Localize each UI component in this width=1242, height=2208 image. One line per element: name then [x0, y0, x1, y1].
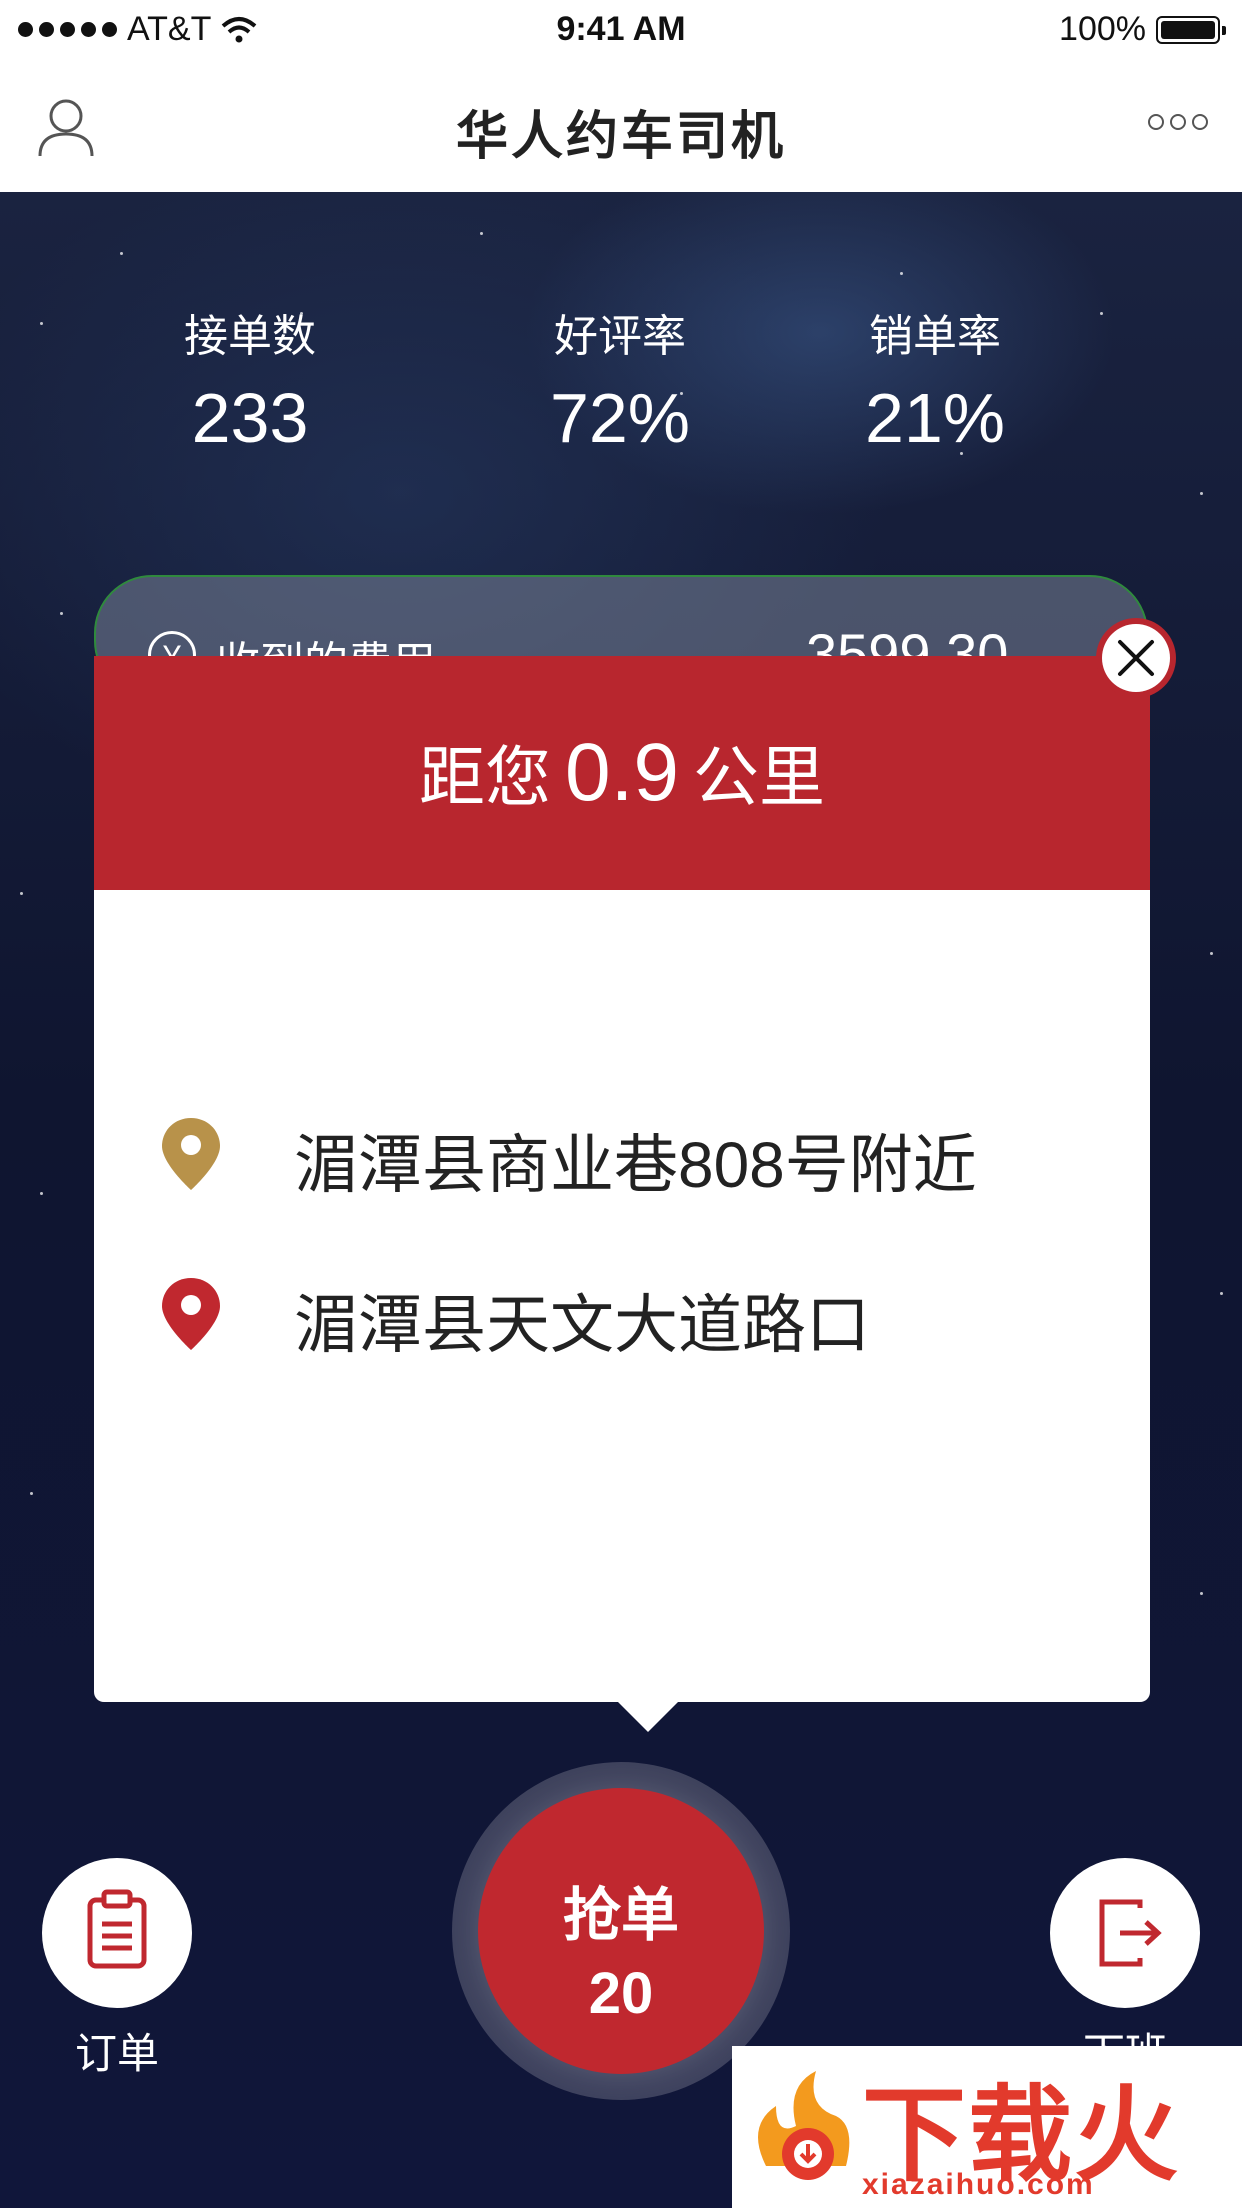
stat-orders: 接单数 233	[120, 300, 380, 458]
distance-header: 距您 0.9 公里	[94, 656, 1150, 890]
pickup-pin-icon	[162, 1118, 220, 1190]
order-popup: 距您 0.9 公里 湄潭县商业巷808号附近 湄潭县天文大道路口	[94, 656, 1150, 1702]
battery-icon	[1156, 15, 1226, 44]
grab-order-button[interactable]: 抢单 20	[478, 1788, 764, 2074]
logout-icon	[1099, 1899, 1162, 1967]
grab-label: 抢单	[562, 1883, 679, 1948]
nav-bar: 华人约车司机	[0, 60, 1242, 193]
status-bar: AT&T 9:41 AM 100%	[0, 0, 1242, 60]
distance-unit: 公里	[693, 740, 825, 814]
close-button[interactable]	[1096, 618, 1176, 698]
stat-rating: 好评率 72%	[490, 300, 750, 458]
driver-stats: 接单数 233 好评率 72% 销单率 21%	[0, 300, 1242, 470]
stat-cancel-rate: 销单率 21%	[805, 300, 1065, 458]
clock: 9:41 AM	[556, 10, 686, 48]
watermark-url: xiazaihuo.com	[862, 2168, 1095, 2201]
more-icon[interactable]	[1148, 114, 1208, 130]
watermark: 下载火 xiazaihuo.com	[732, 2046, 1242, 2208]
distance-prefix: 距您	[419, 740, 551, 814]
offline-button[interactable]	[1050, 1858, 1200, 2008]
stat-label: 接单数	[184, 312, 316, 361]
dropoff-address: 湄潭县天文大道路口	[294, 1289, 870, 1361]
close-icon	[1118, 640, 1154, 676]
battery-percent: 100%	[1059, 10, 1146, 48]
distance-value: 0.9	[565, 727, 679, 818]
pickup-address: 湄潭县商业巷808号附近	[294, 1129, 977, 1201]
stat-label: 好评率	[554, 312, 686, 361]
stat-value: 21%	[864, 379, 1006, 457]
battery-group: 100%	[1059, 10, 1226, 49]
stat-value: 72%	[549, 379, 691, 457]
card-pointer	[618, 1702, 678, 1732]
stat-value: 233	[191, 379, 309, 457]
grab-count: 20	[588, 1961, 654, 2026]
flame-logo-icon	[758, 2071, 850, 2180]
clipboard-icon	[87, 1889, 147, 1969]
dropoff-pin-icon	[162, 1278, 220, 1350]
orders-label: 订单	[74, 2030, 159, 2077]
orders-button[interactable]	[42, 1858, 192, 2008]
stat-label: 销单率	[869, 312, 1001, 361]
page-title: 华人约车司机	[455, 108, 786, 166]
